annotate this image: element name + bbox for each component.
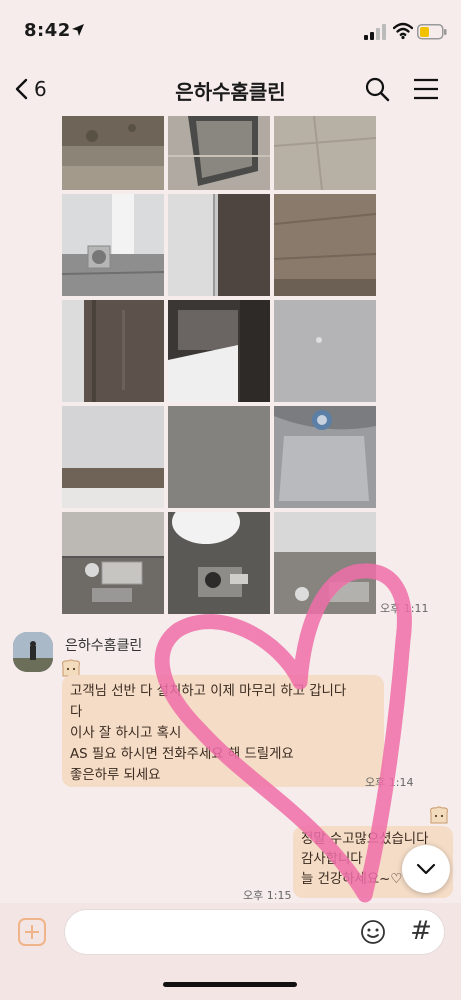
hashtag-search-button[interactable]: # [408, 916, 434, 946]
cellular-signal-icon [364, 24, 386, 40]
photo-thumbnail[interactable] [168, 300, 270, 402]
photo-thumbnail[interactable] [62, 512, 164, 614]
chat-header: 6 은하수홈클린 [0, 60, 461, 116]
outgoing-timestamp: 오후 1:15 [243, 889, 292, 902]
chat-title: 은하수홈클린 [175, 80, 286, 104]
photo-thumbnail[interactable] [168, 194, 270, 296]
message-input[interactable]: # [64, 909, 445, 955]
battery-icon [417, 24, 447, 40]
emoji-icon[interactable] [360, 919, 386, 945]
avatar[interactable] [13, 632, 53, 672]
unread-count: 6 [34, 77, 47, 101]
photo-thumbnail[interactable] [62, 194, 164, 296]
photo-thumbnail[interactable] [62, 116, 164, 190]
back-button[interactable]: 6 [14, 74, 47, 104]
chevron-left-icon [15, 78, 28, 100]
incoming-message-text: 고객님 선반 다 설치하고 이제 마무리 하고 갑니다 다 이사 잘 하시고 혹… [70, 684, 347, 783]
location-arrow-icon [72, 24, 84, 36]
photo-thumbnail[interactable] [168, 512, 270, 614]
status-time: 8:42 [24, 20, 71, 41]
bread-icon [430, 806, 448, 824]
photo-thumbnail[interactable] [274, 406, 376, 508]
menu-icon[interactable] [413, 77, 439, 101]
photo-thumbnail[interactable] [274, 116, 376, 190]
photo-timestamp: 오후 1:11 [380, 602, 429, 615]
photo-thumbnail[interactable] [274, 194, 376, 296]
photo-thumbnail[interactable] [274, 300, 376, 402]
photo-thumbnail[interactable] [168, 116, 270, 190]
scroll-to-bottom-button[interactable] [402, 845, 450, 893]
photo-thumbnail[interactable] [62, 300, 164, 402]
chevron-down-icon [416, 863, 436, 875]
photo-thumbnail[interactable] [274, 512, 376, 614]
photo-thumbnail[interactable] [62, 406, 164, 508]
search-icon[interactable] [364, 76, 390, 102]
message-composer: # [0, 903, 461, 1000]
incoming-message-bubble[interactable]: 고객님 선반 다 설치하고 이제 마무리 하고 갑니다 다 이사 잘 하시고 혹… [62, 675, 384, 787]
wifi-icon [393, 22, 413, 40]
photo-thumbnail[interactable] [168, 406, 270, 508]
sender-name: 은하수홈클린 [65, 638, 143, 654]
home-indicator [163, 982, 297, 987]
incoming-timestamp: 오후 1:14 [365, 776, 414, 789]
status-bar: 8:42 [0, 0, 461, 60]
attach-plus-button[interactable] [18, 918, 46, 946]
